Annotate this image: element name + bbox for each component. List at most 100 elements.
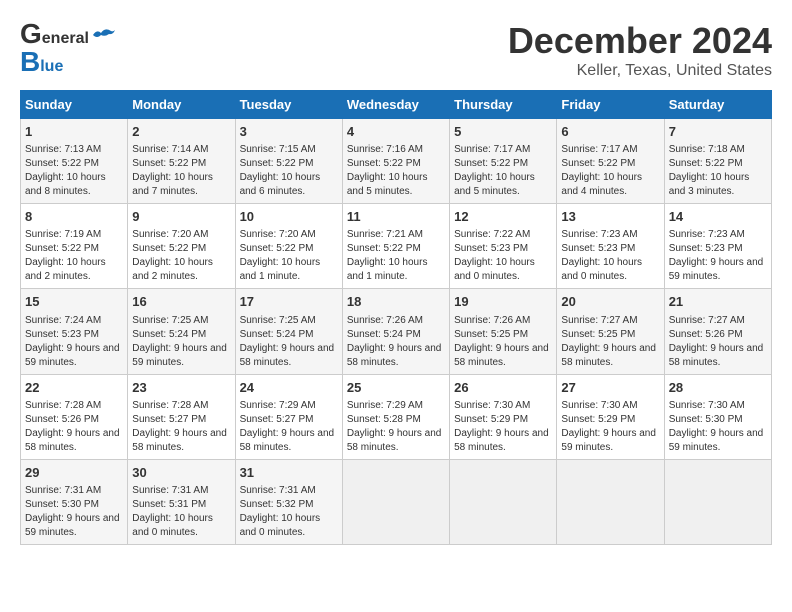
day-info: Sunrise: 7:26 AMSunset: 5:25 PMDaylight:… [454,314,552,370]
day-number: 20 [561,293,659,311]
day-number: 13 [561,208,659,226]
calendar-table: SundayMondayTuesdayWednesdayThursdayFrid… [20,90,772,545]
calendar-cell: 26 Sunrise: 7:30 AMSunset: 5:29 PMDayligh… [450,374,557,459]
calendar-cell: 28 Sunrise: 7:30 AMSunset: 5:30 PMDayligh… [664,374,771,459]
day-info: Sunrise: 7:29 AMSunset: 5:27 PMDaylight:… [240,399,338,455]
day-info: Sunrise: 7:30 AMSunset: 5:29 PMDaylight:… [454,399,552,455]
day-info: Sunrise: 7:24 AMSunset: 5:23 PMDaylight:… [25,314,123,370]
day-info: Sunrise: 7:27 AMSunset: 5:25 PMDaylight:… [561,314,659,370]
day-info: Sunrise: 7:17 AMSunset: 5:22 PMDaylight:… [561,143,659,199]
calendar-cell: 2 Sunrise: 7:14 AMSunset: 5:22 PMDaylight… [128,119,235,204]
day-info: Sunrise: 7:27 AMSunset: 5:26 PMDaylight:… [669,314,767,370]
day-number: 12 [454,208,552,226]
day-info: Sunrise: 7:30 AMSunset: 5:29 PMDaylight:… [561,399,659,455]
day-number: 7 [669,123,767,141]
calendar-cell [450,459,557,544]
calendar-cell: 4Sunrise: 7:16 AMSunset: 5:22 PMDaylight… [342,119,449,204]
day-info: Sunrise: 7:31 AMSunset: 5:30 PMDaylight:… [25,484,123,540]
logo-eneral: eneral [42,30,89,48]
month-title: December 2024 [508,20,772,62]
col-header-wednesday: Wednesday [342,91,449,119]
day-info: Sunrise: 7:18 AMSunset: 5:22 PMDaylight:… [669,143,767,199]
logo-b: B [20,48,40,76]
calendar-cell: 24 Sunrise: 7:29 AMSunset: 5:27 PMDayligh… [235,374,342,459]
col-header-monday: Monday [128,91,235,119]
calendar-cell: 6 Sunrise: 7:17 AMSunset: 5:22 PMDaylight… [557,119,664,204]
day-info: Sunrise: 7:22 AMSunset: 5:23 PMDaylight:… [454,228,552,284]
day-info: Sunrise: 7:29 AMSunset: 5:28 PMDaylight:… [347,399,445,455]
day-info: Sunrise: 7:26 AMSunset: 5:24 PMDaylight:… [347,314,445,370]
calendar-cell: 5 Sunrise: 7:17 AMSunset: 5:22 PMDaylight… [450,119,557,204]
day-number: 17 [240,293,338,311]
calendar-week-row: 1Sunrise: 7:13 AMSunset: 5:22 PMDaylight… [21,119,772,204]
calendar-cell: 18 Sunrise: 7:26 AMSunset: 5:24 PMDayligh… [342,289,449,374]
day-number: 5 [454,123,552,141]
day-number: 28 [669,379,767,397]
day-info: Sunrise: 7:15 AMSunset: 5:22 PMDaylight:… [240,143,338,199]
day-info: Sunrise: 7:23 AMSunset: 5:23 PMDaylight:… [669,228,767,284]
day-info: Sunrise: 7:25 AMSunset: 5:24 PMDaylight:… [240,314,338,370]
calendar-header-row: SundayMondayTuesdayWednesdayThursdayFrid… [21,91,772,119]
calendar-cell: 11 Sunrise: 7:21 AMSunset: 5:22 PMDayligh… [342,204,449,289]
day-number: 10 [240,208,338,226]
calendar-cell: 7 Sunrise: 7:18 AMSunset: 5:22 PMDaylight… [664,119,771,204]
calendar-cell: 19Sunrise: 7:26 AMSunset: 5:25 PMDayligh… [450,289,557,374]
col-header-thursday: Thursday [450,91,557,119]
day-info: Sunrise: 7:21 AMSunset: 5:22 PMDaylight:… [347,228,445,284]
day-number: 21 [669,293,767,311]
calendar-cell [342,459,449,544]
location-title: Keller, Texas, United States [508,62,772,80]
day-number: 18 [347,293,445,311]
calendar-cell: 22Sunrise: 7:28 AMSunset: 5:26 PMDayligh… [21,374,128,459]
calendar-cell: 1Sunrise: 7:13 AMSunset: 5:22 PMDaylight… [21,119,128,204]
day-info: Sunrise: 7:16 AMSunset: 5:22 PMDaylight:… [347,143,445,199]
day-number: 14 [669,208,767,226]
col-header-tuesday: Tuesday [235,91,342,119]
calendar-cell: 8 Sunrise: 7:19 AMSunset: 5:22 PMDaylight… [21,204,128,289]
calendar-cell: 10Sunrise: 7:20 AMSunset: 5:22 PMDayligh… [235,204,342,289]
day-number: 9 [132,208,230,226]
day-info: Sunrise: 7:23 AMSunset: 5:23 PMDaylight:… [561,228,659,284]
day-number: 23 [132,379,230,397]
day-number: 8 [25,208,123,226]
calendar-cell: 29Sunrise: 7:31 AMSunset: 5:30 PMDayligh… [21,459,128,544]
logo: G eneral B lue [20,20,115,76]
calendar-cell: 13 Sunrise: 7:23 AMSunset: 5:23 PMDayligh… [557,204,664,289]
col-header-saturday: Saturday [664,91,771,119]
calendar-cell: 21 Sunrise: 7:27 AMSunset: 5:26 PMDayligh… [664,289,771,374]
calendar-cell: 9 Sunrise: 7:20 AMSunset: 5:22 PMDaylight… [128,204,235,289]
logo-g: G [20,20,42,48]
day-number: 11 [347,208,445,226]
calendar-cell: 23Sunrise: 7:28 AMSunset: 5:27 PMDayligh… [128,374,235,459]
day-info: Sunrise: 7:17 AMSunset: 5:22 PMDaylight:… [454,143,552,199]
calendar-cell: 25Sunrise: 7:29 AMSunset: 5:28 PMDayligh… [342,374,449,459]
day-info: Sunrise: 7:28 AMSunset: 5:26 PMDaylight:… [25,399,123,455]
calendar-cell [557,459,664,544]
day-info: Sunrise: 7:30 AMSunset: 5:30 PMDaylight:… [669,399,767,455]
day-number: 31 [240,464,338,482]
day-number: 30 [132,464,230,482]
title-area: December 2024 Keller, Texas, United Stat… [508,20,772,80]
calendar-cell: 17 Sunrise: 7:25 AMSunset: 5:24 PMDayligh… [235,289,342,374]
col-header-friday: Friday [557,91,664,119]
calendar-week-row: 15Sunrise: 7:24 AMSunset: 5:23 PMDayligh… [21,289,772,374]
day-number: 24 [240,379,338,397]
day-info: Sunrise: 7:25 AMSunset: 5:24 PMDaylight:… [132,314,230,370]
day-number: 1 [25,123,123,141]
calendar-cell: 27 Sunrise: 7:30 AMSunset: 5:29 PMDayligh… [557,374,664,459]
day-number: 27 [561,379,659,397]
logo-lue: lue [40,58,63,76]
col-header-sunday: Sunday [21,91,128,119]
calendar-cell: 14 Sunrise: 7:23 AMSunset: 5:23 PMDayligh… [664,204,771,289]
calendar-week-row: 8 Sunrise: 7:19 AMSunset: 5:22 PMDaylight… [21,204,772,289]
day-info: Sunrise: 7:19 AMSunset: 5:22 PMDaylight:… [25,228,123,284]
calendar-cell: 16Sunrise: 7:25 AMSunset: 5:24 PMDayligh… [128,289,235,374]
day-info: Sunrise: 7:14 AMSunset: 5:22 PMDaylight:… [132,143,230,199]
calendar-cell: 15Sunrise: 7:24 AMSunset: 5:23 PMDayligh… [21,289,128,374]
day-number: 2 [132,123,230,141]
calendar-cell: 31Sunrise: 7:31 AMSunset: 5:32 PMDayligh… [235,459,342,544]
day-number: 6 [561,123,659,141]
day-info: Sunrise: 7:31 AMSunset: 5:31 PMDaylight:… [132,484,230,540]
day-number: 26 [454,379,552,397]
day-info: Sunrise: 7:20 AMSunset: 5:22 PMDaylight:… [132,228,230,284]
